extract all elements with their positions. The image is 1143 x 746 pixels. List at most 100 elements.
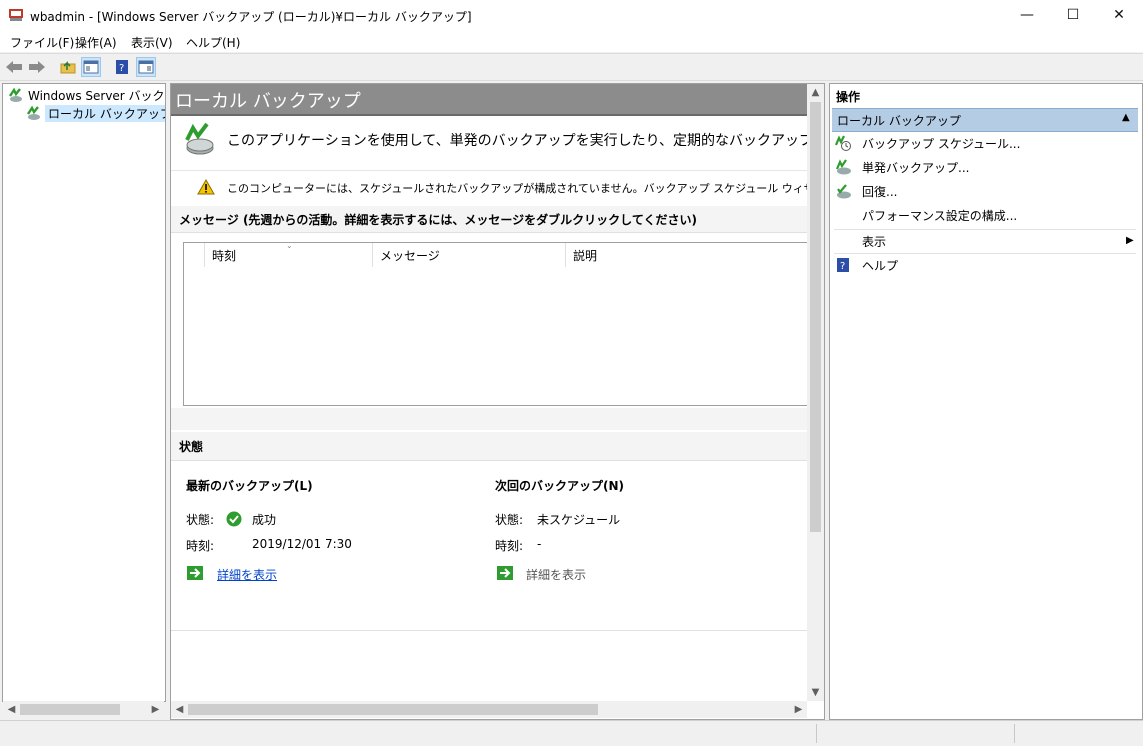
actions-subheader[interactable]: ローカル バックアップ ▲	[832, 108, 1138, 132]
latest-details-link[interactable]: 詳細を表示	[217, 566, 277, 583]
back-arrow-icon	[6, 61, 22, 73]
backup-once-icon	[835, 159, 851, 175]
scroll-right-icon[interactable]: ▶	[147, 701, 164, 718]
next-time-value: -	[537, 537, 542, 551]
help-book-icon: ?	[116, 60, 128, 74]
column-separator	[204, 243, 205, 267]
messages-heading: メッセージ (先週からの活動。詳細を表示するには、メッセージをダブルクリックして…	[179, 213, 697, 227]
svg-text:?: ?	[119, 63, 124, 74]
toolbar: ?	[0, 53, 1143, 81]
sort-indicator-icon: ⌄	[286, 241, 293, 250]
intro-section: このアプリケーションを使用して、単発のバックアップを実行したり、定期的なバックア…	[171, 116, 824, 164]
back-button[interactable]	[4, 57, 24, 77]
help-book-icon: ?	[837, 258, 849, 272]
title-bar: wbadmin - [Windows Server バックアップ (ローカル)¥…	[0, 0, 1143, 30]
action-label: 表示	[862, 234, 887, 249]
arrow-right-icon	[497, 566, 513, 580]
latest-time-label: 時刻:	[186, 539, 215, 553]
menu-bar: ファイル(F) 操作(A) 表示(V) ヘルプ(H)	[0, 30, 1143, 52]
spacer	[171, 408, 808, 430]
schedule-backup-icon	[834, 135, 851, 151]
backup-icon	[9, 87, 22, 102]
show-hide-action-pane-button[interactable]	[136, 57, 156, 77]
tree-item-root[interactable]: Windows Server バックアップ (ローカル)	[7, 86, 165, 104]
results-pane: ローカル バックアップ このアプリケーションを使用して、単発のバックアップを実行…	[170, 83, 825, 720]
scroll-thumb[interactable]	[188, 704, 598, 715]
svg-text:?: ?	[840, 261, 845, 272]
action-label: ヘルプ	[862, 258, 899, 273]
menu-view[interactable]: 表示(V)	[131, 34, 173, 51]
tree-item-root-label: Windows Server バックアップ (ローカル)	[28, 88, 165, 103]
next-time-label: 時刻:	[495, 539, 524, 553]
messages-table[interactable]: 時刻 ⌄ メッセージ 説明	[183, 241, 811, 406]
action-performance-settings[interactable]: パフォーマンス設定の構成...	[862, 204, 1017, 226]
results-horizontal-scrollbar[interactable]: ◀ ▶	[171, 701, 807, 718]
action-label: パフォーマンス設定の構成...	[862, 208, 1018, 223]
warning-section: このコンピューターには、スケジュールされたバックアップが構成されていません。バッ…	[171, 170, 824, 205]
show-hide-tree-button[interactable]	[81, 57, 101, 77]
submenu-arrow-icon[interactable]: ▶	[1126, 235, 1134, 246]
scroll-up-icon[interactable]: ▲	[807, 84, 824, 101]
column-description[interactable]: 説明	[573, 247, 597, 264]
action-pane-icon	[138, 60, 154, 74]
action-label: 回復...	[862, 184, 898, 199]
status-separator	[1014, 724, 1015, 743]
action-view[interactable]: 表示	[862, 230, 886, 252]
action-once-backup[interactable]: 単発バックアップ...	[834, 156, 969, 178]
actions-pane: 操作 ローカル バックアップ ▲ バックアップ スケジュール... 単発バックア…	[829, 83, 1143, 720]
next-status-label: 状態:	[495, 513, 524, 527]
forward-arrow-icon	[29, 61, 45, 73]
warning-text: このコンピューターには、スケジュールされたバックアップが構成されていません。バッ…	[227, 182, 824, 195]
backup-icon	[27, 105, 40, 120]
scroll-left-icon[interactable]: ◀	[3, 701, 20, 718]
scroll-thumb[interactable]	[810, 102, 821, 532]
scroll-right-icon[interactable]: ▶	[790, 701, 807, 718]
action-recover[interactable]: 回復...	[834, 180, 897, 202]
page-title: ローカル バックアップ	[175, 91, 361, 112]
latest-status-label: 状態:	[186, 513, 215, 527]
status-section-header: 状態	[171, 432, 808, 461]
column-separator	[372, 243, 373, 267]
minimize-button[interactable]: —	[1004, 0, 1050, 30]
close-button[interactable]: ✕	[1096, 0, 1142, 30]
actions-header: 操作	[830, 84, 1142, 106]
latest-status-value: 成功	[252, 513, 277, 527]
forward-button[interactable]	[27, 57, 47, 77]
intro-text: このアプリケーションを使用して、単発のバックアップを実行したり、定期的なバックア…	[227, 133, 824, 149]
tree-item-local-backup-label: ローカル バックアップ	[45, 104, 165, 122]
actions-heading: 操作	[836, 90, 861, 104]
window-title: wbadmin - [Windows Server バックアップ (ローカル)¥…	[30, 10, 472, 24]
menu-help[interactable]: ヘルプ(H)	[186, 34, 240, 51]
success-check-icon	[226, 511, 242, 527]
results-vertical-scrollbar[interactable]: ▲ ▼	[807, 84, 824, 701]
maximize-button[interactable]: ☐	[1050, 0, 1096, 30]
status-bar	[0, 720, 1143, 746]
action-help[interactable]: ? ヘルプ	[834, 254, 898, 276]
next-details-link: 詳細を表示	[526, 568, 587, 582]
column-time[interactable]: 時刻	[212, 247, 236, 264]
scroll-thumb[interactable]	[20, 704, 120, 715]
backup-large-icon	[185, 122, 214, 155]
collapse-up-icon[interactable]: ▲	[1122, 112, 1130, 123]
column-message[interactable]: メッセージ	[380, 247, 440, 264]
menu-file[interactable]: ファイル(F)	[10, 34, 74, 51]
warning-icon	[197, 179, 215, 195]
scroll-left-icon[interactable]: ◀	[171, 701, 188, 718]
scroll-down-icon[interactable]: ▼	[807, 684, 824, 701]
results-header: ローカル バックアップ	[171, 84, 808, 116]
latest-time-value: 2019/12/01 7:30	[252, 537, 352, 551]
recover-icon	[837, 184, 851, 199]
arrow-right-icon	[187, 566, 203, 580]
action-label: 単発バックアップ...	[862, 160, 970, 175]
divider	[171, 630, 808, 631]
actions-subheading: ローカル バックアップ	[837, 114, 961, 128]
tree-item-local-backup[interactable]: ローカル バックアップ	[25, 104, 165, 122]
menu-action[interactable]: 操作(A)	[75, 34, 117, 51]
help-button[interactable]: ?	[112, 57, 132, 77]
action-backup-schedule[interactable]: バックアップ スケジュール...	[834, 132, 1020, 154]
up-folder-button[interactable]	[58, 57, 78, 77]
tree-horizontal-scrollbar[interactable]: ◀ ▶	[3, 701, 164, 718]
latest-backup-heading: 最新のバックアップ(L)	[186, 479, 313, 493]
status-heading: 状態	[179, 440, 204, 454]
column-separator	[565, 243, 566, 267]
